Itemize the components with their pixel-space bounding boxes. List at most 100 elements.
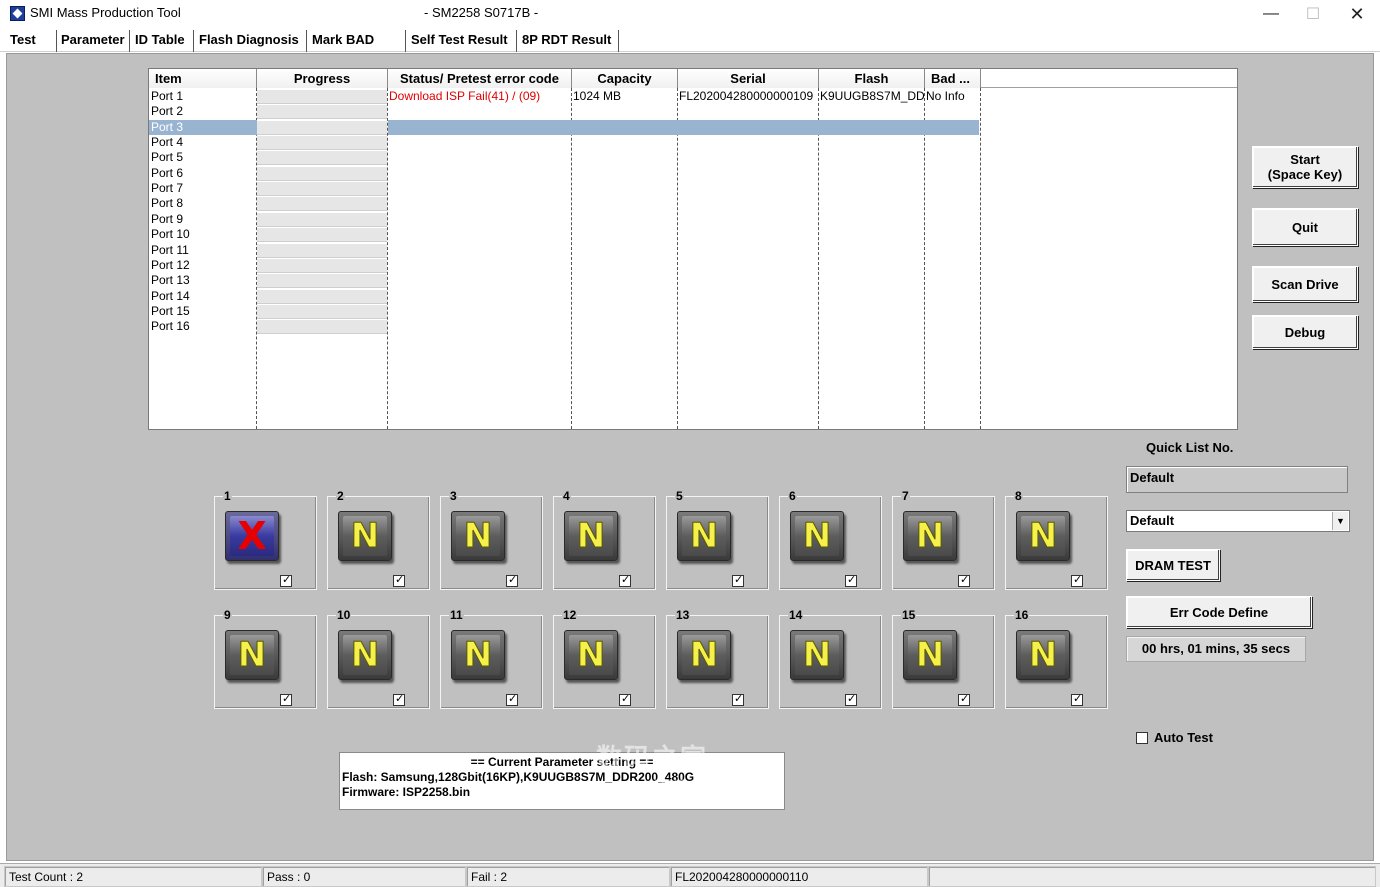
table-row[interactable]: Port 15: [149, 304, 979, 319]
status-serial: FL202004280000000110: [670, 866, 928, 887]
err-code-define-button[interactable]: Err Code Define: [1126, 596, 1312, 628]
port-no-device-icon[interactable]: N: [903, 630, 957, 680]
port-enable-checkbox[interactable]: [958, 692, 970, 706]
port-number: 13: [675, 608, 691, 622]
table-row[interactable]: Port 1 Download ISP Fail(41) / (09) 1024 M…: [149, 89, 979, 104]
port-status-glyph: N: [350, 635, 380, 675]
row-flash: K9UUGB8S7M_DDR: [820, 89, 924, 103]
port-enable-checkbox[interactable]: [506, 573, 518, 587]
table-row[interactable]: Port 10: [149, 227, 979, 242]
dram-test-button[interactable]: DRAM TEST: [1126, 549, 1220, 581]
port-no-device-icon[interactable]: N: [564, 511, 618, 561]
port-list-view[interactable]: Item Progress Status/ Pretest error code…: [148, 68, 1238, 430]
tab-parameter[interactable]: Parameter: [56, 30, 130, 52]
table-row[interactable]: Port 8: [149, 196, 979, 211]
tab-self-test-result[interactable]: Self Test Result: [407, 30, 517, 52]
table-row[interactable]: Port 11: [149, 243, 979, 258]
port-number: 6: [788, 489, 797, 503]
table-row[interactable]: Port 14: [149, 289, 979, 304]
column-bad[interactable]: Bad ...: [925, 69, 981, 88]
tab-id-table[interactable]: ID Table: [131, 30, 194, 52]
port-status-glyph: N: [915, 516, 945, 556]
port-no-device-icon[interactable]: N: [1016, 511, 1070, 561]
port-enable-checkbox[interactable]: [732, 573, 744, 587]
table-row[interactable]: Port 12: [149, 258, 979, 273]
column-progress[interactable]: Progress: [257, 69, 388, 88]
row-item: Port 10: [151, 227, 190, 242]
port-status-glyph: N: [463, 635, 493, 675]
start-button[interactable]: Start (Space Key): [1252, 146, 1358, 188]
port-enable-checkbox[interactable]: [619, 573, 631, 587]
table-row[interactable]: Port 7: [149, 181, 979, 196]
column-item[interactable]: Item: [149, 69, 257, 88]
port-no-device-icon[interactable]: N: [677, 511, 731, 561]
tab-test[interactable]: Test: [6, 30, 54, 52]
port-enable-checkbox[interactable]: [1071, 573, 1083, 587]
port-no-device-icon[interactable]: N: [790, 630, 844, 680]
port-panel-5: 5N: [666, 489, 769, 590]
port-status-glyph: N: [1028, 635, 1058, 675]
row-item: Port 2: [151, 104, 184, 119]
quit-button[interactable]: Quit: [1252, 208, 1358, 246]
port-enable-checkbox[interactable]: [393, 692, 405, 706]
port-status-glyph: N: [1028, 516, 1058, 556]
table-row[interactable]: Port 4: [149, 135, 979, 150]
port-no-device-icon[interactable]: N: [903, 511, 957, 561]
port-enable-checkbox[interactable]: [280, 692, 292, 706]
port-enable-checkbox[interactable]: [393, 573, 405, 587]
port-enable-checkbox[interactable]: [845, 573, 857, 587]
table-row[interactable]: Port 2: [149, 104, 979, 119]
tab-mark-bad-info[interactable]: Mark BAD Info: [308, 30, 406, 67]
port-no-device-icon[interactable]: N: [225, 630, 279, 680]
row-item: Port 1: [151, 89, 184, 103]
port-fail-icon[interactable]: X: [225, 511, 279, 561]
maximize-button[interactable]: ☐: [1290, 0, 1336, 28]
port-enable-checkbox[interactable]: [506, 692, 518, 706]
table-row[interactable]: Port 16: [149, 319, 979, 334]
quick-list-label: Quick List No.: [1146, 440, 1234, 455]
port-no-device-icon[interactable]: N: [451, 511, 505, 561]
port-no-device-icon[interactable]: N: [338, 630, 392, 680]
column-flash[interactable]: Flash: [819, 69, 925, 88]
quick-list-field[interactable]: Default: [1126, 466, 1348, 493]
port-no-device-icon[interactable]: N: [564, 630, 618, 680]
column-status[interactable]: Status/ Pretest error code: [388, 69, 572, 88]
port-no-device-icon[interactable]: N: [677, 630, 731, 680]
port-no-device-icon[interactable]: N: [451, 630, 505, 680]
column-serial[interactable]: Serial: [678, 69, 819, 88]
table-row[interactable]: Port 9: [149, 212, 979, 227]
row-capacity: 1024 MB: [573, 89, 622, 103]
table-row[interactable]: Port 6: [149, 166, 979, 181]
column-capacity[interactable]: Capacity: [572, 69, 678, 88]
quick-list-select[interactable]: Default ▼: [1126, 510, 1350, 532]
chevron-down-icon[interactable]: ▼: [1332, 512, 1348, 530]
port-no-device-icon[interactable]: N: [338, 511, 392, 561]
debug-button[interactable]: Debug: [1252, 315, 1358, 349]
port-number: 3: [449, 489, 458, 503]
port-enable-checkbox[interactable]: [280, 573, 292, 587]
parameter-setting-box: == Current Parameter setting == Flash: S…: [339, 752, 785, 810]
tab-8p-rdt-result[interactable]: 8P RDT Result: [518, 30, 619, 52]
scan-drive-button[interactable]: Scan Drive: [1252, 266, 1358, 302]
port-enable-checkbox[interactable]: [845, 692, 857, 706]
close-button[interactable]: ✕: [1334, 0, 1380, 28]
auto-test-checkbox[interactable]: [1136, 731, 1148, 744]
minimize-button[interactable]: —: [1248, 0, 1294, 28]
port-enable-checkbox[interactable]: [619, 692, 631, 706]
auto-test-option[interactable]: Auto Test: [1136, 730, 1213, 745]
start-button-hint: (Space Key): [1267, 167, 1343, 182]
quick-list-select-value: Default: [1130, 513, 1175, 528]
port-number: 12: [562, 608, 578, 622]
status-bar: Test Count : 2 Pass : 0 Fail : 2 FL20200…: [0, 863, 1380, 887]
tab-flash-diagnosis[interactable]: Flash Diagnosis: [195, 30, 307, 52]
port-enable-checkbox[interactable]: [1071, 692, 1083, 706]
port-enable-checkbox[interactable]: [958, 573, 970, 587]
port-number: 4: [562, 489, 571, 503]
port-no-device-icon[interactable]: N: [1016, 630, 1070, 680]
table-row[interactable]: Port 13: [149, 273, 979, 288]
port-panel-10: 10 N: [327, 608, 430, 709]
table-row[interactable]: Port 5: [149, 150, 979, 165]
table-row[interactable]: Port 3: [149, 119, 979, 135]
port-enable-checkbox[interactable]: [732, 692, 744, 706]
port-no-device-icon[interactable]: N: [790, 511, 844, 561]
